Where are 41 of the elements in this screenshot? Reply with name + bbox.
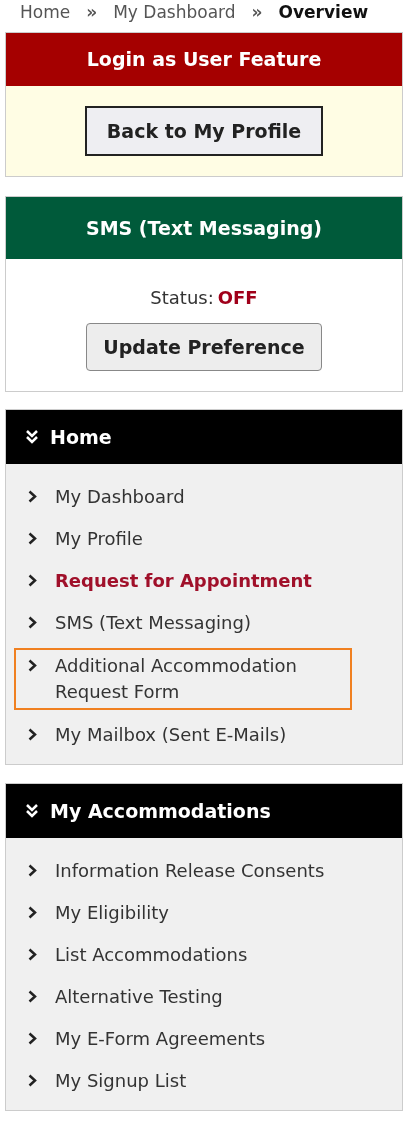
menu-link[interactable]: My Signup List: [14, 1064, 352, 1098]
chevron-right-icon: [28, 990, 37, 1003]
panel-header: Login as User Feature: [6, 33, 402, 86]
double-chevron-down-icon: [26, 804, 38, 818]
menu-title: Home: [50, 424, 112, 450]
status-label: Status:: [150, 286, 214, 310]
menu-link[interactable]: List Accommodations: [14, 938, 352, 972]
chevron-right-icon: [28, 728, 37, 741]
chevron-right-icon: [28, 532, 37, 545]
menu-header[interactable]: Home: [6, 410, 402, 464]
chevron-right-icon: [28, 864, 37, 877]
status-value: OFF: [217, 286, 258, 310]
menu-link[interactable]: My Eligibility: [14, 896, 352, 930]
menu-header[interactable]: My Accommodations: [6, 784, 402, 838]
menu-title: My Accommodations: [50, 798, 271, 824]
back-to-profile-button[interactable]: Back to My Profile: [84, 106, 324, 156]
menu-link[interactable]: My E-Form Agreements: [14, 1022, 352, 1056]
double-chevron-down-icon: [26, 430, 38, 444]
menu-link[interactable]: Alternative Testing: [14, 980, 352, 1014]
menu-link[interactable]: My Mailbox (Sent E-Mails): [14, 718, 352, 752]
menu-link[interactable]: SMS (Text Messaging): [14, 606, 352, 640]
chevron-right-icon: [28, 1074, 37, 1087]
menu-link[interactable]: My Dashboard: [14, 480, 352, 514]
chevron-right-icon: [28, 574, 37, 587]
chevron-right-icon: [28, 906, 37, 919]
update-preference-button[interactable]: Update Preference: [86, 323, 322, 371]
breadcrumb-separator: »: [251, 1, 263, 23]
chevron-right-icon: [28, 659, 37, 672]
breadcrumb-separator: »: [86, 1, 98, 23]
breadcrumb-link[interactable]: My Dashboard: [113, 1, 236, 23]
menu-link[interactable]: My Profile: [14, 522, 352, 556]
breadcrumb-link[interactable]: Home: [20, 1, 71, 23]
menu-link[interactable]: Information Release Consents: [14, 854, 352, 888]
chevron-right-icon: [28, 1032, 37, 1045]
panel-header: SMS (Text Messaging): [6, 197, 402, 259]
chevron-right-icon: [28, 948, 37, 961]
chevron-right-icon: [28, 490, 37, 503]
chevron-right-icon: [28, 616, 37, 629]
menu-link[interactable]: Request for Appointment: [14, 564, 352, 598]
breadcrumb-link[interactable]: Overview: [278, 1, 369, 23]
menu-link[interactable]: Additional Accommodation Request Form: [14, 648, 352, 710]
